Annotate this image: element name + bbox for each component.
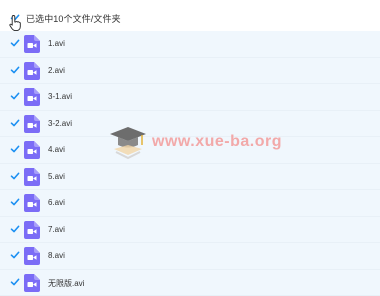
file-checkbox[interactable] bbox=[10, 250, 20, 260]
file-row[interactable]: 6.avi bbox=[0, 190, 380, 217]
checkbox-checked-icon bbox=[10, 38, 20, 48]
checkbox-checked-icon bbox=[10, 91, 20, 101]
file-checkbox[interactable] bbox=[10, 197, 20, 207]
checkbox-checked-icon bbox=[10, 250, 20, 260]
file-row[interactable]: 5.avi bbox=[0, 164, 380, 191]
checkbox-checked-icon bbox=[10, 144, 20, 154]
checkbox-checked-icon bbox=[10, 171, 20, 181]
file-checkbox[interactable] bbox=[10, 118, 20, 128]
graduation-cap-icon bbox=[108, 125, 148, 161]
video-file-icon bbox=[24, 168, 40, 186]
video-file-icon bbox=[24, 88, 40, 106]
watermark: www.xue-ba.org bbox=[104, 125, 284, 161]
watermark-text: www.xue-ba.org bbox=[152, 133, 282, 151]
file-checkbox[interactable] bbox=[10, 38, 20, 48]
file-name[interactable]: 6.avi bbox=[48, 198, 65, 207]
video-file-icon bbox=[24, 35, 40, 53]
file-checkbox[interactable] bbox=[10, 65, 20, 75]
file-checkbox[interactable] bbox=[10, 171, 20, 181]
file-row[interactable]: 无限版.avi bbox=[0, 270, 380, 296]
file-name[interactable]: 7.avi bbox=[48, 225, 65, 234]
checkbox-checked-icon bbox=[10, 65, 20, 75]
file-name[interactable]: 3-2.avi bbox=[48, 119, 72, 128]
video-file-icon bbox=[24, 194, 40, 212]
file-row[interactable]: 8.avi bbox=[0, 243, 380, 270]
file-list: 1.avi 2.avi 3-1.avi 3-2.avi 4.avi 5.avi 6.avi 7… bbox=[0, 31, 380, 296]
mouse-cursor-icon bbox=[9, 14, 21, 32]
video-file-icon bbox=[24, 221, 40, 239]
video-file-icon bbox=[24, 62, 40, 80]
file-name[interactable]: 无限版.avi bbox=[48, 278, 84, 289]
file-row[interactable]: 3-1.avi bbox=[0, 84, 380, 111]
selection-count-label: 已选中10个文件/文件夹 bbox=[26, 12, 121, 25]
file-name[interactable]: 2.avi bbox=[48, 66, 65, 75]
video-file-icon bbox=[24, 247, 40, 265]
file-name[interactable]: 1.avi bbox=[48, 39, 65, 48]
checkbox-checked-icon bbox=[10, 118, 20, 128]
file-name[interactable]: 5.avi bbox=[48, 172, 65, 181]
file-name[interactable]: 3-1.avi bbox=[48, 92, 72, 101]
file-name[interactable]: 4.avi bbox=[48, 145, 65, 154]
file-checkbox[interactable] bbox=[10, 91, 20, 101]
video-file-icon bbox=[24, 141, 40, 159]
file-name[interactable]: 8.avi bbox=[48, 251, 65, 260]
file-checkbox[interactable] bbox=[10, 224, 20, 234]
video-file-icon bbox=[24, 115, 40, 133]
file-checkbox[interactable] bbox=[10, 144, 20, 154]
selection-header: 已选中10个文件/文件夹 bbox=[0, 5, 380, 31]
checkbox-checked-icon bbox=[10, 224, 20, 234]
file-row[interactable]: 2.avi bbox=[0, 58, 380, 85]
breadcrumb bbox=[0, 0, 380, 4]
file-row[interactable]: 1.avi bbox=[0, 31, 380, 58]
file-row[interactable]: 7.avi bbox=[0, 217, 380, 244]
checkbox-checked-icon bbox=[10, 197, 20, 207]
video-file-icon bbox=[24, 274, 40, 292]
